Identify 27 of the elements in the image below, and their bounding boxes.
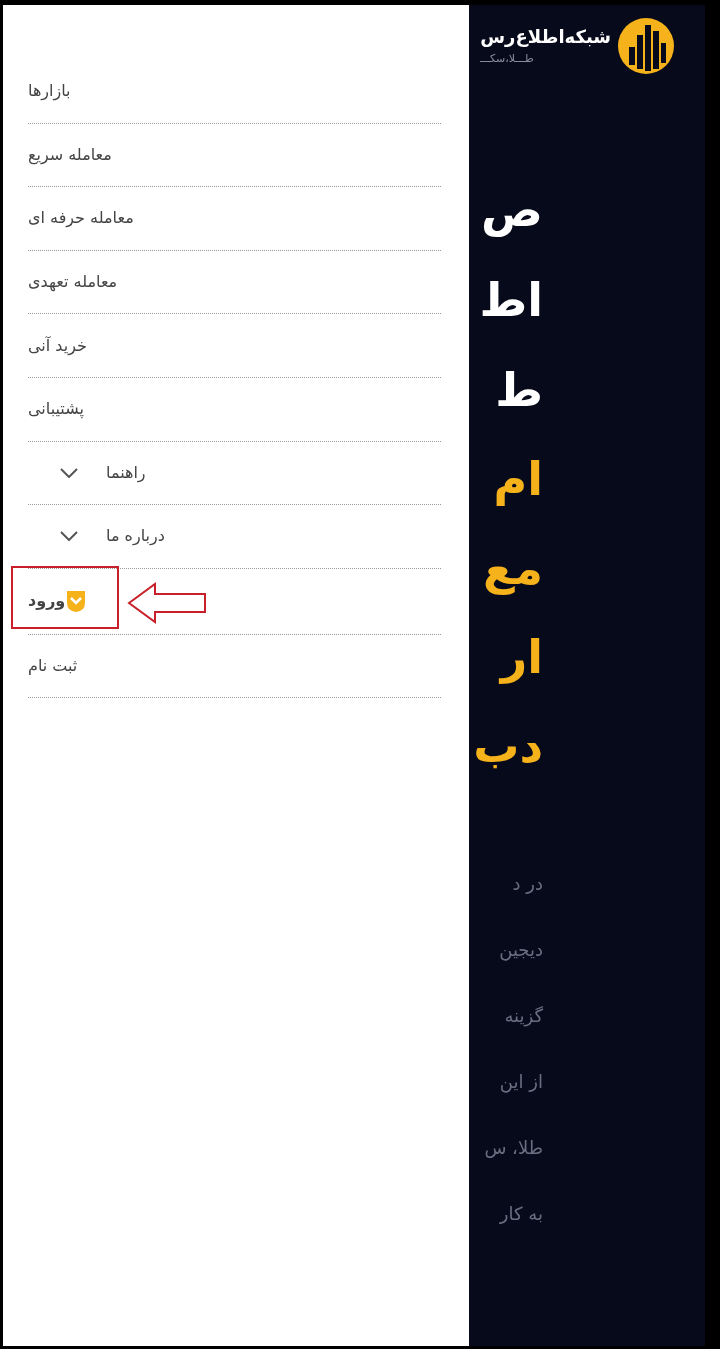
menu-item[interactable]: ثبت نام: [28, 654, 78, 679]
highlight-text: دب: [473, 718, 543, 775]
menu-item[interactable]: خرید آنی: [28, 333, 87, 358]
highlight-text: مع: [483, 540, 543, 597]
logo-title: شبکه‌اطلاع‌رس: [480, 25, 611, 49]
bar-chart-logo-icon: [617, 17, 675, 75]
paragraph-text: دیجین: [499, 938, 543, 963]
menu-item[interactable]: معامله حرفه ای: [28, 206, 134, 231]
menu-item[interactable]: درباره ما: [28, 524, 165, 549]
highlight-text: ار: [500, 629, 543, 686]
highlight-text: ام: [493, 451, 543, 508]
paragraph-text: در د: [512, 872, 543, 896]
left-arrow-icon: [127, 582, 207, 624]
menu-item[interactable]: معامله تعهدی: [28, 270, 118, 295]
menu-item[interactable]: پشتیبانی: [28, 397, 84, 422]
paragraph-text: از این: [499, 1070, 543, 1095]
logo-subtitle: طـــلا،سکـــ: [480, 51, 534, 67]
headline-text: اط: [479, 272, 543, 329]
headline-text: ط: [495, 362, 543, 419]
menu-item[interactable]: راهنما: [28, 460, 146, 485]
paragraph-text: گزینه: [504, 1004, 543, 1029]
menu-item[interactable]: بازارها: [28, 79, 71, 104]
paragraph-text: طلا، س: [484, 1136, 543, 1160]
menu-item[interactable]: ورود: [28, 589, 88, 614]
headline-text: ص: [481, 182, 543, 239]
paragraph-text: به کار: [499, 1202, 543, 1226]
menu-item[interactable]: معامله سریع: [28, 142, 112, 167]
